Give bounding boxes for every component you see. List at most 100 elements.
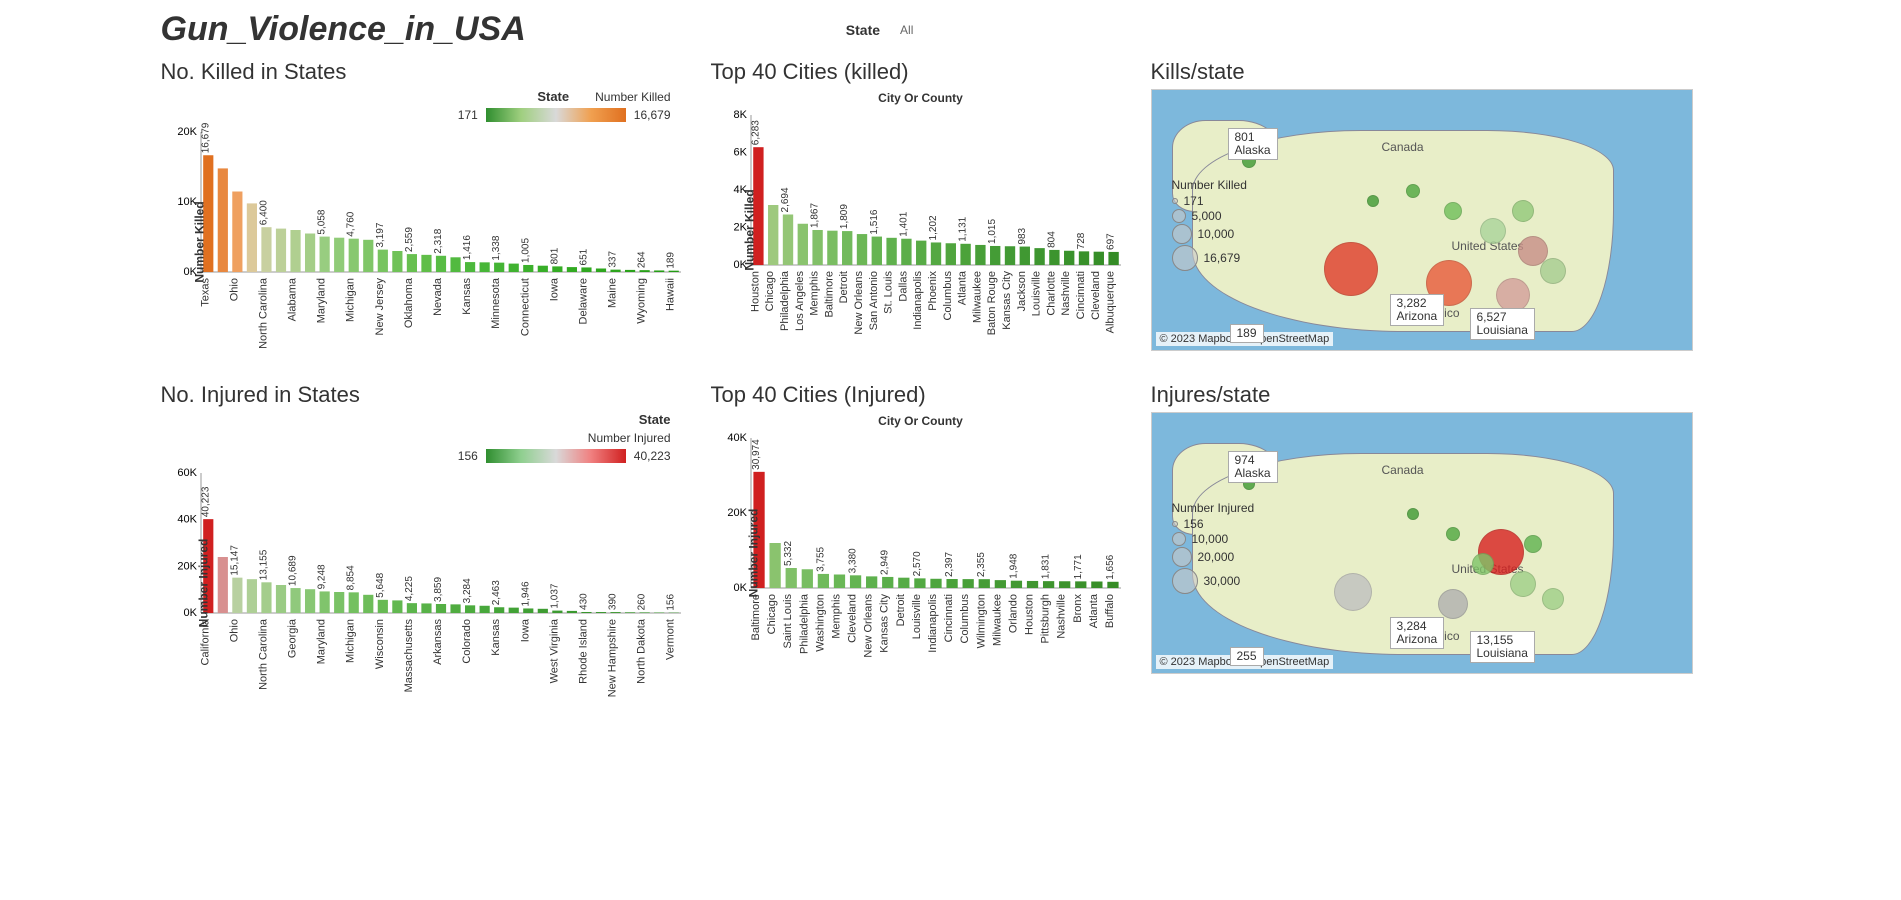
- map-bubble[interactable]: [1406, 184, 1420, 198]
- map-injures[interactable]: Canada United States Mexico Number Injur…: [1151, 412, 1693, 674]
- bar[interactable]: [930, 242, 940, 265]
- bar[interactable]: [319, 591, 329, 613]
- bar[interactable]: [625, 270, 635, 272]
- bar[interactable]: [856, 234, 866, 265]
- bar[interactable]: [1091, 581, 1102, 588]
- bar[interactable]: [406, 254, 416, 272]
- bar[interactable]: [827, 231, 837, 265]
- bar[interactable]: [930, 579, 941, 588]
- bar[interactable]: [581, 612, 591, 613]
- bar[interactable]: [261, 227, 271, 272]
- bar[interactable]: [882, 577, 893, 588]
- bar[interactable]: [768, 205, 778, 265]
- bar[interactable]: [782, 214, 792, 265]
- bar[interactable]: [610, 270, 620, 272]
- bar[interactable]: [334, 238, 344, 272]
- bar[interactable]: [232, 578, 242, 613]
- bar[interactable]: [363, 595, 373, 613]
- map-bubble[interactable]: [1324, 242, 1378, 296]
- bar[interactable]: [566, 611, 576, 613]
- bar[interactable]: [305, 234, 315, 273]
- map-bubble[interactable]: [1446, 527, 1460, 541]
- bar[interactable]: [465, 605, 475, 613]
- bar[interactable]: [1064, 251, 1074, 265]
- map-bubble[interactable]: [1334, 573, 1372, 611]
- map-kills[interactable]: Canada United States Mexico Number Kille…: [1151, 89, 1693, 351]
- bar[interactable]: [1059, 581, 1070, 588]
- bar[interactable]: [348, 239, 358, 272]
- bar[interactable]: [817, 574, 828, 588]
- bar[interactable]: [978, 579, 989, 588]
- chart-injured-cities[interactable]: Number Injured 0K20K40KBaltimore30,974Ch…: [711, 428, 1131, 678]
- bar[interactable]: [319, 237, 329, 272]
- bar[interactable]: [508, 608, 518, 613]
- bar[interactable]: [232, 192, 242, 273]
- bar[interactable]: [946, 579, 957, 588]
- bar[interactable]: [1093, 252, 1103, 265]
- bar[interactable]: [421, 603, 431, 613]
- bar[interactable]: [610, 612, 620, 613]
- bar[interactable]: [392, 251, 402, 272]
- bar[interactable]: [914, 578, 925, 588]
- bar[interactable]: [217, 557, 227, 613]
- bar[interactable]: [334, 592, 344, 613]
- bar[interactable]: [1019, 247, 1029, 265]
- bar[interactable]: [406, 603, 416, 613]
- bar[interactable]: [625, 612, 635, 613]
- bar[interactable]: [886, 238, 896, 265]
- bar[interactable]: [508, 264, 518, 272]
- chart-killed-cities[interactable]: Number Killed 0K2K4K6K8KHouston6,283Chic…: [711, 105, 1131, 355]
- bar[interactable]: [435, 604, 445, 613]
- bar[interactable]: [871, 237, 881, 265]
- bar[interactable]: [479, 606, 489, 613]
- bar[interactable]: [962, 579, 973, 588]
- map-bubble[interactable]: [1510, 571, 1536, 597]
- bar[interactable]: [537, 266, 547, 272]
- bar[interactable]: [1042, 581, 1053, 588]
- bar[interactable]: [290, 230, 300, 272]
- map-bubble[interactable]: [1444, 202, 1462, 220]
- map-bubble[interactable]: [1512, 200, 1534, 222]
- bar[interactable]: [769, 543, 780, 588]
- bar[interactable]: [975, 245, 985, 265]
- bar[interactable]: [305, 589, 315, 613]
- bar[interactable]: [275, 585, 285, 613]
- bar[interactable]: [537, 609, 547, 613]
- bar[interactable]: [842, 231, 852, 265]
- chart-injured-states[interactable]: Number Injured 0K20K40K60KCalifornia40,2…: [161, 463, 691, 703]
- bar[interactable]: [552, 611, 562, 613]
- bar[interactable]: [363, 240, 373, 272]
- bar[interactable]: [435, 256, 445, 272]
- bar[interactable]: [261, 582, 271, 613]
- bar[interactable]: [421, 255, 431, 272]
- bar[interactable]: [246, 579, 256, 613]
- bar[interactable]: [595, 612, 605, 613]
- bar[interactable]: [552, 266, 562, 272]
- bar[interactable]: [581, 267, 591, 272]
- bar[interactable]: [1107, 582, 1118, 588]
- map-bubble[interactable]: [1524, 535, 1542, 553]
- bar[interactable]: [1010, 581, 1021, 588]
- bar[interactable]: [450, 604, 460, 613]
- map-bubble[interactable]: [1472, 553, 1494, 575]
- state-filter[interactable]: State All: [846, 22, 914, 38]
- bar[interactable]: [450, 257, 460, 272]
- bar[interactable]: [945, 243, 955, 265]
- map-bubble[interactable]: [1540, 258, 1566, 284]
- bar[interactable]: [523, 608, 533, 613]
- bar[interactable]: [639, 612, 649, 613]
- bar[interactable]: [290, 588, 300, 613]
- map-bubble[interactable]: [1542, 588, 1564, 610]
- bar[interactable]: [494, 263, 504, 272]
- bar[interactable]: [1004, 246, 1014, 265]
- bar[interactable]: [348, 592, 358, 613]
- bar[interactable]: [595, 269, 605, 273]
- bar[interactable]: [1078, 251, 1088, 265]
- bar[interactable]: [668, 271, 678, 272]
- bar[interactable]: [566, 267, 576, 272]
- bar[interactable]: [812, 230, 822, 265]
- bar[interactable]: [994, 580, 1005, 588]
- bar[interactable]: [1108, 252, 1118, 265]
- bar[interactable]: [1034, 248, 1044, 265]
- bar[interactable]: [1075, 581, 1086, 588]
